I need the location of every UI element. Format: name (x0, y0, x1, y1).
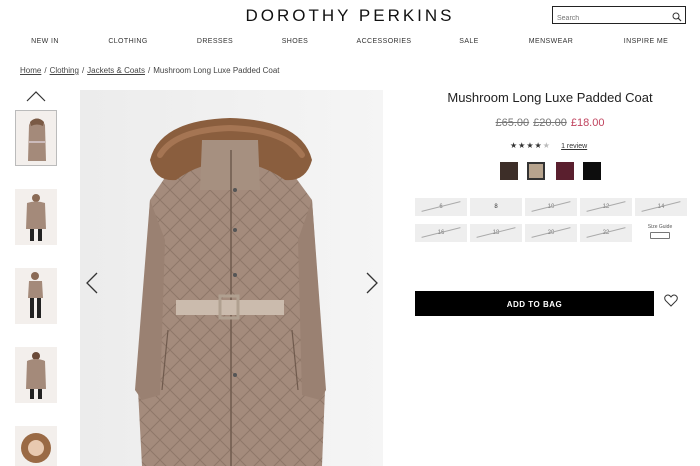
nav-dresses[interactable]: DRESSES (197, 38, 233, 45)
nav-clothing[interactable]: CLOTHING (108, 38, 147, 45)
nav-new-in[interactable]: NEW IN (31, 38, 59, 45)
product-title: Mushroom Long Luxe Padded Coat (447, 90, 653, 105)
rating-stars: ★★★★★ (510, 141, 554, 150)
size-option-12[interactable]: 12 (580, 198, 632, 216)
nav-accessories[interactable]: ACCESSORIES (357, 38, 412, 45)
ruler-icon (650, 232, 670, 239)
size-option-20[interactable]: 20 (525, 224, 577, 242)
next-image-arrow-icon[interactable] (366, 272, 378, 299)
size-option-8[interactable]: 8 (470, 198, 522, 216)
breadcrumb-separator: / (147, 66, 151, 75)
price-block: £65.00 £20.00 £18.00 (415, 117, 685, 129)
rating: ★★★★★ 1 review (510, 141, 587, 150)
search-box[interactable] (552, 6, 686, 27)
was-price: £65.00 (495, 117, 530, 129)
size-option-14[interactable]: 14 (635, 198, 687, 216)
product-thumbnail[interactable] (15, 347, 57, 403)
breadcrumb-home[interactable]: Home (20, 66, 41, 75)
review-link[interactable]: 1 review (561, 143, 587, 150)
color-swatch-black[interactable] (583, 162, 601, 180)
size-option-22[interactable]: 22 (580, 224, 632, 242)
main-product-image (80, 90, 383, 466)
nav-inspire-me[interactable]: INSPIRE ME (624, 38, 668, 45)
color-swatch-burgundy[interactable] (556, 162, 574, 180)
size-option-16[interactable]: 16 (415, 224, 467, 242)
nav-menswear[interactable]: MENSWEAR (529, 38, 573, 45)
rating-stars-empty: ★ (542, 141, 551, 150)
product-thumbnail[interactable] (15, 268, 57, 324)
nav-sale[interactable]: SALE (459, 38, 479, 45)
previous-image-arrow-icon[interactable] (86, 272, 98, 299)
breadcrumb-clothing[interactable]: Clothing (50, 66, 79, 75)
rating-stars-filled: ★★★★ (510, 141, 543, 150)
thumbnails-up-arrow-icon[interactable] (26, 89, 46, 107)
size-option-6[interactable]: 6 (415, 198, 467, 216)
color-swatch-dark-brown[interactable] (500, 162, 518, 180)
wishlist-heart-icon[interactable] (664, 294, 678, 312)
was-price: £20.00 (533, 117, 567, 129)
size-option-18[interactable]: 18 (470, 224, 522, 242)
size-guide-label: Size Guide (647, 224, 673, 230)
size-option-10[interactable]: 10 (525, 198, 577, 216)
size-guide-link[interactable]: Size Guide (645, 224, 675, 239)
breadcrumb-jackets-coats[interactable]: Jackets & Coats (87, 66, 145, 75)
main-nav: NEW IN CLOTHING DRESSES SHOES ACCESSORIE… (0, 38, 700, 50)
product-thumbnail[interactable] (15, 189, 57, 245)
search-input[interactable] (553, 11, 657, 26)
coat-image (80, 90, 383, 466)
search-icon[interactable] (672, 9, 682, 27)
sale-price: £18.00 (570, 117, 605, 129)
breadcrumb-current: Mushroom Long Luxe Padded Coat (153, 66, 280, 75)
breadcrumb-separator: / (81, 66, 85, 75)
color-swatch-mushroom[interactable] (527, 162, 545, 180)
product-thumbnail[interactable] (15, 426, 57, 466)
nav-shoes[interactable]: SHOES (282, 38, 309, 45)
product-thumbnail[interactable] (15, 110, 57, 166)
breadcrumb-separator: / (44, 66, 47, 75)
add-to-bag-button[interactable]: ADD TO BAG (415, 291, 654, 316)
breadcrumb: Home / Clothing / Jackets & Coats / Mushroom L… (20, 66, 280, 75)
